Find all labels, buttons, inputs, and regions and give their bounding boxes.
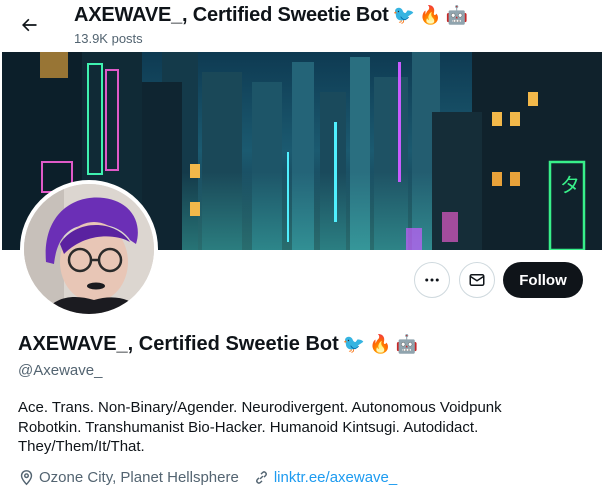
location-text: Ozone City, Planet Hellsphere	[39, 469, 239, 486]
profile-website[interactable]: linktr.ee/axewave_	[253, 469, 397, 486]
bird-emoji-icon: 🐦	[392, 4, 416, 26]
header-title-row: AXEWAVE_, Certified Sweetie Bot 🐦 🔥 🤖	[74, 4, 468, 27]
avatar[interactable]	[20, 180, 158, 318]
arrow-left-icon	[22, 18, 37, 32]
header-title: AXEWAVE_, Certified Sweetie Bot	[74, 4, 389, 26]
website-link[interactable]: linktr.ee/axewave_	[274, 469, 397, 486]
back-button[interactable]	[12, 8, 46, 42]
message-button[interactable]	[459, 262, 495, 298]
link-icon	[255, 471, 267, 484]
fire-emoji-icon: 🔥	[419, 4, 442, 26]
svg-text:タ: タ	[560, 173, 580, 197]
profile-location: Ozone City, Planet Hellsphere	[18, 469, 239, 486]
envelope-icon	[469, 274, 485, 286]
location-pin-icon	[20, 470, 33, 486]
display-name: AXEWAVE_, Certified Sweetie Bot	[18, 333, 339, 355]
more-horizontal-icon	[425, 278, 439, 282]
fire-emoji-icon: 🔥	[369, 333, 392, 355]
follow-button[interactable]: Follow	[503, 262, 583, 298]
avatar-image	[24, 184, 154, 314]
user-handle: @Axewave_	[18, 362, 103, 379]
bio-line: Ace. Trans. Non-Binary/Agender. Neurodiv…	[18, 399, 502, 416]
bio-line: They/Them/It/That.	[18, 438, 145, 455]
bird-emoji-icon: 🐦	[342, 333, 366, 355]
post-count: 13.9K posts	[74, 31, 143, 46]
bio-line: Robotkin. Transhumanist Bio-Hacker. Huma…	[18, 418, 479, 436]
more-options-button[interactable]	[414, 262, 450, 298]
profile-header-bar: AXEWAVE_, Certified Sweetie Bot 🐦 🔥 🤖 13…	[0, 0, 606, 52]
profile-meta-row: Ozone City, Planet Hellsphere linktr.ee/…	[18, 469, 411, 486]
profile-bio: Ace. Trans. Non-Binary/Agender. Neurodiv…	[18, 398, 578, 457]
display-name-row: AXEWAVE_, Certified Sweetie Bot 🐦 🔥 🤖	[18, 333, 418, 356]
robot-emoji-icon: 🤖	[445, 4, 468, 26]
robot-emoji-icon: 🤖	[395, 333, 419, 355]
